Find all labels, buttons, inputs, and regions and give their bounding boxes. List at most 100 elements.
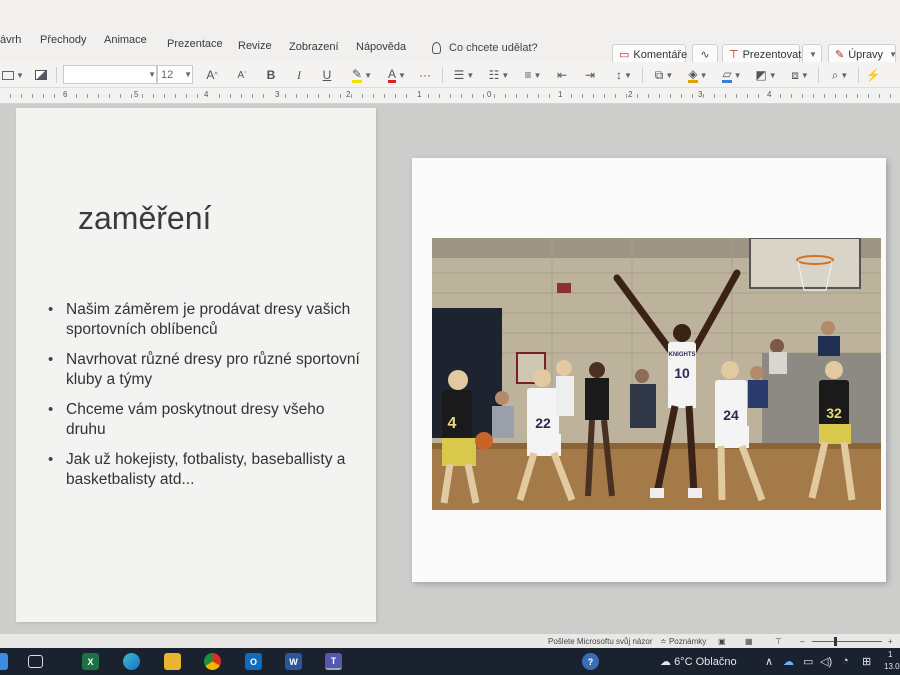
- activity-icon: ∿: [700, 49, 710, 61]
- find-button[interactable]: ⌕ ▼: [826, 66, 854, 84]
- weather-widget[interactable]: ☁ 6°C Oblačno: [660, 655, 737, 668]
- decrease-indent-button[interactable]: ⇤: [554, 66, 570, 84]
- tray-chevron-icon[interactable]: ∧: [765, 655, 773, 668]
- shrink-font-button[interactable]: Aˇ: [234, 66, 250, 84]
- grid-view-icon: ▦: [745, 637, 753, 646]
- design-button[interactable]: [33, 66, 49, 84]
- font-name-select[interactable]: ▼: [63, 65, 157, 84]
- wifi-icon[interactable]: ◔: [842, 655, 849, 667]
- underline-button[interactable]: U: [319, 66, 335, 84]
- menu-transitions[interactable]: Přechody: [40, 34, 86, 46]
- chevron-down-icon: ▼: [840, 70, 849, 80]
- file-explorer-icon[interactable]: [164, 653, 181, 670]
- increase-indent-button[interactable]: ⇥: [582, 66, 598, 84]
- menu-review[interactable]: Revize: [238, 40, 272, 52]
- shapes-button[interactable]: ⧉ ▼: [650, 66, 678, 84]
- task-view-icon[interactable]: [28, 655, 43, 668]
- help-icon[interactable]: ?: [582, 653, 599, 670]
- more-options-button[interactable]: ···: [416, 66, 434, 84]
- jersey-number: 22: [535, 415, 551, 431]
- slideshow-view-button[interactable]: ⊤: [775, 637, 782, 646]
- effects-icon: ◩: [755, 68, 767, 82]
- present-label: Prezentovat: [742, 48, 802, 61]
- chevron-down-icon: ▼: [733, 70, 742, 80]
- shape-effects-button[interactable]: ◩ ▼: [752, 66, 780, 84]
- tell-me-search[interactable]: Co chcete udělat?: [432, 42, 538, 54]
- presentation-icon: ⊤: [775, 637, 782, 646]
- menu-view[interactable]: Zobrazení: [289, 41, 339, 53]
- arrange-icon: ⧈: [791, 67, 799, 82]
- chevron-down-icon: ▼: [624, 70, 632, 80]
- increase-indent-icon: ⇥: [584, 68, 596, 82]
- grow-font-button[interactable]: A ^: [204, 66, 220, 84]
- align-button[interactable]: ≡ ▼: [519, 66, 547, 84]
- menu-help[interactable]: Nápověda: [356, 41, 406, 53]
- slide-sorter-button[interactable]: ▦: [745, 637, 753, 646]
- outlook-icon[interactable]: O: [245, 653, 262, 670]
- arrange-button[interactable]: ⧈ ▼: [786, 66, 814, 84]
- ruler-number: 5: [133, 90, 140, 99]
- chevron-down-icon: ▼: [184, 70, 192, 79]
- magic-wand-icon: ⚡: [865, 68, 881, 82]
- basketball-scene-graphic: 10 KNIGHTS 4 22 24 32: [432, 238, 881, 510]
- bullet-item[interactable]: Chceme vám poskytnout dresy všeho druhu: [46, 400, 361, 440]
- notes-button[interactable]: ≐ Poznámky: [660, 637, 706, 646]
- ruler-number: 2: [627, 90, 634, 99]
- layout-button[interactable]: ▼: [0, 66, 26, 84]
- font-size-value: 12: [161, 68, 174, 81]
- highlighter-icon: ✎: [352, 66, 363, 83]
- menu-animations[interactable]: Animace: [104, 34, 147, 46]
- chrome-icon[interactable]: [204, 653, 221, 670]
- ruler-number: 3: [274, 90, 281, 99]
- shape-fill-button[interactable]: ◈ ▼: [684, 66, 712, 84]
- slide-title[interactable]: zaměření: [78, 200, 211, 237]
- zoom-slider[interactable]: [812, 637, 882, 646]
- bullet-item[interactable]: Jak už hokejisty, fotbalisty, baseballis…: [46, 450, 361, 490]
- onedrive-icon[interactable]: ☁: [783, 655, 794, 668]
- chevron-down-icon: ▼: [809, 50, 817, 59]
- feedback-link[interactable]: Pošlete Microsoftu svůj názor: [548, 637, 653, 646]
- bold-button[interactable]: B: [263, 66, 279, 84]
- font-size-select[interactable]: 12 ▼: [157, 65, 193, 84]
- teams-icon[interactable]: T: [325, 653, 342, 670]
- chevron-down-icon: ▼: [364, 70, 372, 80]
- highlight-button[interactable]: ✎ ▼: [348, 66, 376, 84]
- horizontal-ruler[interactable]: 6 5 4 3 2 1 0 1 2 3 4: [0, 88, 900, 104]
- zoom-slider-thumb[interactable]: [834, 637, 837, 646]
- menu-design[interactable]: ávrh: [0, 34, 21, 46]
- shrink-font-label: A: [237, 69, 245, 81]
- volume-icon[interactable]: ◁): [820, 655, 832, 668]
- zoom-in-button[interactable]: +: [888, 637, 893, 646]
- paint-bucket-icon: ◈: [688, 66, 698, 83]
- clock-time[interactable]: 1: [888, 650, 892, 659]
- bullet-item[interactable]: Navrhovat různé dresy pro různé sportovn…: [46, 350, 361, 390]
- numbering-button[interactable]: ☷ ▼: [485, 66, 513, 84]
- chevron-down-icon: ▼: [501, 70, 510, 80]
- clock-date[interactable]: 13.0: [884, 662, 900, 671]
- menu-slideshow[interactable]: Prezentace: [167, 38, 223, 50]
- basketball-photo[interactable]: 10 KNIGHTS 4 22 24 32: [432, 238, 881, 510]
- ruler-number: 4: [766, 90, 773, 99]
- status-bar: Pošlete Microsoftu svůj názor ≐ Poznámky…: [0, 634, 900, 648]
- designer-button[interactable]: ⚡: [864, 66, 882, 84]
- keyboard-icon[interactable]: ⊞: [862, 655, 871, 668]
- italic-button[interactable]: I: [291, 66, 307, 84]
- normal-view-button[interactable]: ▣: [718, 637, 726, 646]
- edge-icon[interactable]: [123, 653, 140, 670]
- network-icon[interactable]: ▭: [803, 655, 813, 668]
- bullet-item[interactable]: Našim záměrem je prodávat dresy vašich s…: [46, 300, 361, 340]
- start-button[interactable]: [0, 653, 8, 670]
- bullet-list[interactable]: Našim záměrem je prodávat dresy vašich s…: [46, 300, 361, 500]
- line-spacing-button[interactable]: ↕ ▼: [611, 66, 637, 84]
- shape-outline-button[interactable]: ▱ ▼: [718, 66, 746, 84]
- word-icon[interactable]: W: [285, 653, 302, 670]
- comment-icon: ▭: [619, 49, 630, 61]
- font-color-button[interactable]: A ▼: [383, 66, 411, 84]
- excel-icon[interactable]: X: [82, 653, 99, 670]
- jersey-number: 10: [674, 365, 690, 381]
- shapes-icon: ⧉: [654, 67, 664, 82]
- search-icon: ⌕: [831, 67, 839, 82]
- zoom-out-button[interactable]: –: [800, 637, 804, 646]
- jersey-team-text: KNIGHTS: [669, 352, 696, 358]
- bullets-button[interactable]: ☰ ▼: [450, 66, 478, 84]
